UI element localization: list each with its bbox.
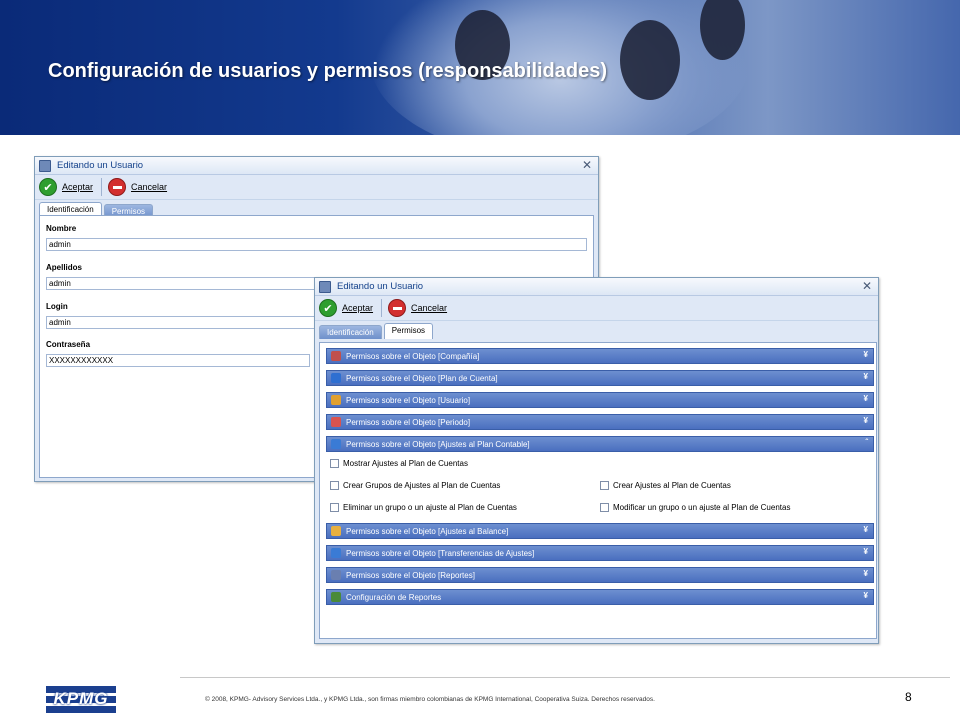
- perm-crear-ajustes[interactable]: Crear Ajustes al Plan de Cuentas: [600, 481, 731, 490]
- header-banner: Configuración de usuarios y permisos (re…: [0, 0, 960, 135]
- chevron-down-icon: ¥: [863, 350, 868, 359]
- perm-label: Crear Ajustes al Plan de Cuentas: [613, 481, 731, 490]
- permissions-panel: Permisos sobre el Objeto [Compañía] ¥ Pe…: [319, 342, 877, 639]
- window-titlebar: Editando un Usuario ✕: [35, 157, 598, 175]
- company-icon: [331, 351, 341, 361]
- cancel-icon: [108, 178, 127, 196]
- page-title: Configuración de usuarios y permisos (re…: [48, 60, 608, 82]
- checkbox[interactable]: [330, 503, 339, 512]
- perm-label: Crear Grupos de Ajustes al Plan de Cuent…: [343, 481, 501, 490]
- user-edit-window-permissions: Editando un Usuario ✕ ✔ Aceptar Cancelar…: [314, 277, 879, 644]
- perm-label: Mostrar Ajustes al Plan de Cuentas: [343, 459, 468, 468]
- accept-label: Aceptar: [62, 182, 94, 192]
- password-field[interactable]: XXXXXXXXXXXX: [46, 354, 310, 367]
- perm-label: Modificar un grupo o un ajuste al Plan d…: [613, 503, 791, 512]
- chevron-up-icon: ˆ: [865, 438, 868, 447]
- report-icon: [331, 570, 341, 580]
- section-label: Permisos sobre el Objeto [Ajustes al Bal…: [346, 526, 509, 536]
- section-compania[interactable]: Permisos sobre el Objeto [Compañía] ¥: [326, 348, 874, 364]
- checkbox[interactable]: [330, 481, 339, 490]
- nombre-field[interactable]: admin: [46, 238, 587, 251]
- config-reports-icon: [331, 592, 341, 602]
- apellidos-label: Apellidos: [46, 263, 83, 272]
- toolbar: ✔ Aceptar Cancelar: [35, 175, 598, 200]
- cancel-button[interactable]: Cancelar: [388, 299, 447, 317]
- accept-label: Aceptar: [342, 303, 374, 313]
- section-reportes[interactable]: Permisos sobre el Objeto [Reportes] ¥: [326, 567, 874, 583]
- tab-identificacion[interactable]: Identificación: [319, 325, 382, 339]
- window-icon: [319, 280, 331, 293]
- window-titlebar: Editando un Usuario ✕: [315, 278, 878, 296]
- chevron-down-icon: ¥: [863, 525, 868, 534]
- account-plan-icon: [331, 373, 341, 383]
- login-label: Login: [46, 302, 68, 311]
- section-ajustes-plan-contable[interactable]: Permisos sobre el Objeto [Ajustes al Pla…: [326, 436, 874, 452]
- window-title: Editando un Usuario: [57, 160, 144, 171]
- section-periodo[interactable]: Permisos sobre el Objeto [Periodo] ¥: [326, 414, 874, 430]
- section-label: Permisos sobre el Objeto [Usuario]: [346, 395, 471, 405]
- chevron-down-icon: ¥: [863, 591, 868, 600]
- page-number: 8: [905, 690, 912, 704]
- tab-permisos[interactable]: Permisos: [383, 323, 434, 339]
- chevron-down-icon: ¥: [863, 394, 868, 403]
- close-icon[interactable]: ✕: [862, 279, 872, 293]
- section-label: Permisos sobre el Objeto [Plan de Cuenta…: [346, 373, 498, 383]
- perm-eliminar[interactable]: Eliminar un grupo o un ajuste al Plan de…: [330, 503, 517, 512]
- accept-button[interactable]: ✔ Aceptar: [39, 178, 93, 196]
- calendar-icon: [331, 417, 341, 427]
- section-label: Configuración de Reportes: [346, 592, 442, 602]
- toolbar-separator: [381, 299, 383, 317]
- kpmg-logo: KPMG: [46, 686, 116, 714]
- perm-crear-grupos[interactable]: Crear Grupos de Ajustes al Plan de Cuent…: [330, 481, 500, 490]
- section-plan-de-cuenta[interactable]: Permisos sobre el Objeto [Plan de Cuenta…: [326, 370, 874, 386]
- section-usuario[interactable]: Permisos sobre el Objeto [Usuario] ¥: [326, 392, 874, 408]
- section-ajustes-balance[interactable]: Permisos sobre el Objeto [Ajustes al Bal…: [326, 523, 874, 539]
- user-icon: [331, 395, 341, 405]
- window-title: Editando un Usuario: [337, 281, 424, 292]
- window-icon: [39, 159, 51, 172]
- toolbar: ✔ Aceptar Cancelar: [315, 296, 878, 321]
- tab-strip: Identificación Permisos: [315, 323, 878, 339]
- balance-icon: [331, 526, 341, 536]
- transfer-icon: [331, 548, 341, 558]
- copyright-notice: © 2008, KPMG- Advisory Services Ltda., y…: [205, 696, 655, 703]
- accept-button[interactable]: ✔ Aceptar: [319, 299, 373, 317]
- section-label: Permisos sobre el Objeto [Transferencias…: [346, 548, 535, 558]
- section-label: Permisos sobre el Objeto [Reportes]: [346, 570, 475, 580]
- check-icon: ✔: [39, 178, 57, 196]
- adjust-icon: [331, 439, 341, 449]
- perm-label: Eliminar un grupo o un ajuste al Plan de…: [343, 503, 517, 512]
- checkbox[interactable]: [600, 503, 609, 512]
- perm-modificar[interactable]: Modificar un grupo o un ajuste al Plan d…: [600, 503, 790, 512]
- section-configuracion-reportes[interactable]: Configuración de Reportes ¥: [326, 589, 874, 605]
- close-icon[interactable]: ✕: [582, 158, 592, 172]
- chevron-down-icon: ¥: [863, 569, 868, 578]
- cancel-label: Cancelar: [131, 182, 168, 192]
- check-icon: ✔: [319, 299, 337, 317]
- chevron-down-icon: ¥: [863, 416, 868, 425]
- banner-figure: [620, 20, 680, 100]
- cancel-label: Cancelar: [411, 303, 448, 313]
- checkbox[interactable]: [600, 481, 609, 490]
- footer-divider: [180, 677, 950, 678]
- section-label: Permisos sobre el Objeto [Periodo]: [346, 417, 471, 427]
- cancel-icon: [388, 299, 407, 317]
- section-label: Permisos sobre el Objeto [Ajustes al Pla…: [346, 439, 530, 449]
- logo-text: KPMG: [53, 689, 109, 708]
- chevron-down-icon: ¥: [863, 372, 868, 381]
- password-label: Contraseña: [46, 340, 91, 349]
- chevron-down-icon: ¥: [863, 547, 868, 556]
- section-label: Permisos sobre el Objeto [Compañía]: [346, 351, 480, 361]
- cancel-button[interactable]: Cancelar: [108, 178, 167, 196]
- section-transferencias[interactable]: Permisos sobre el Objeto [Transferencias…: [326, 545, 874, 561]
- nombre-label: Nombre: [46, 224, 77, 233]
- perm-mostrar-ajustes[interactable]: Mostrar Ajustes al Plan de Cuentas: [330, 459, 468, 468]
- toolbar-separator: [101, 178, 103, 196]
- checkbox[interactable]: [330, 459, 339, 468]
